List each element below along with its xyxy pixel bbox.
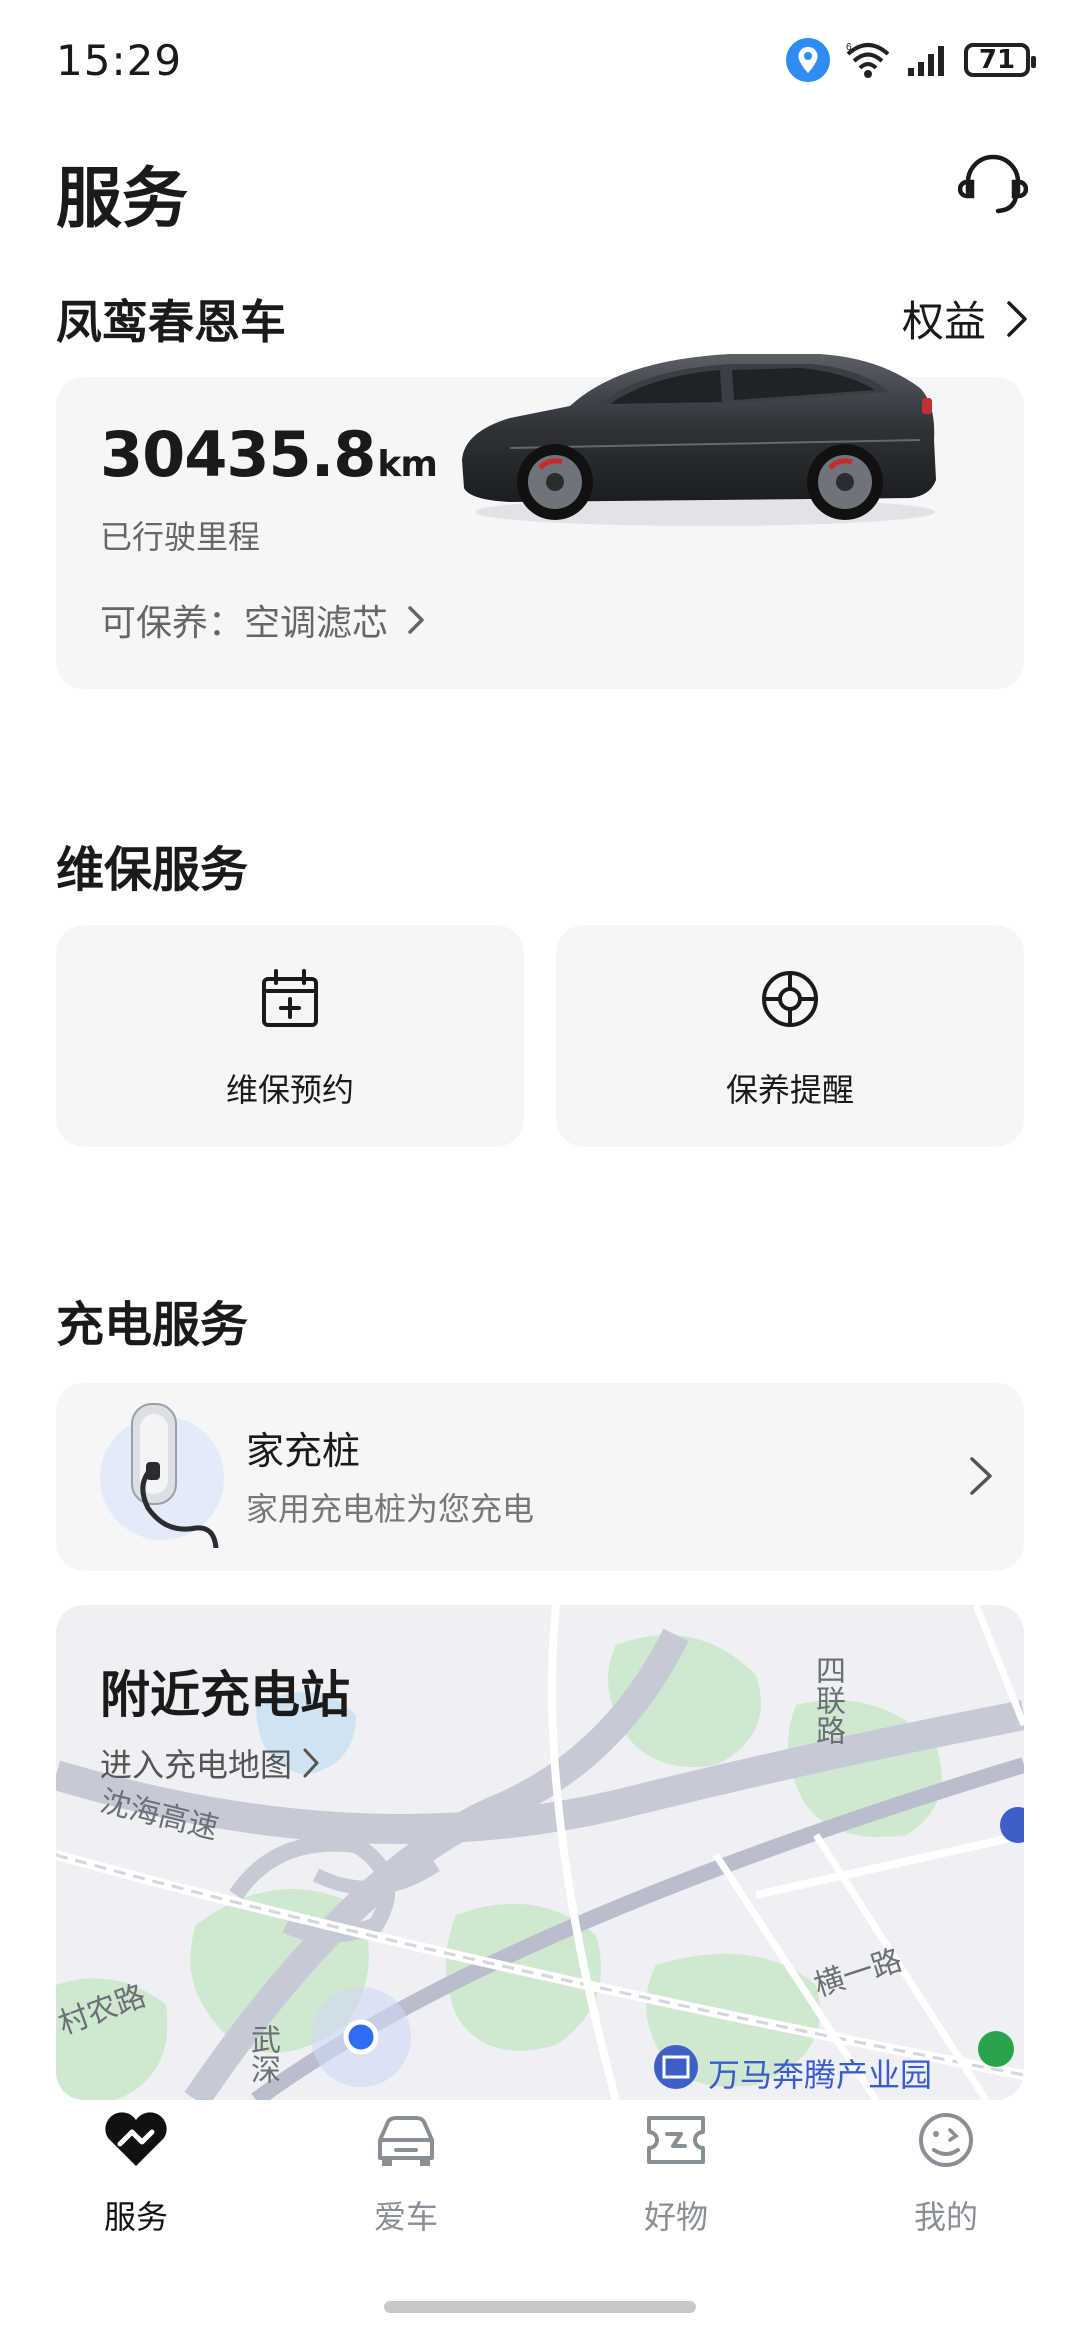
calendar-plus-icon <box>262 969 318 1027</box>
wifi-icon: 6 <box>846 42 890 78</box>
chevron-right-icon <box>408 606 424 634</box>
map-road-label: 武深 <box>245 2024 280 2084</box>
chevron-right-icon <box>303 1748 319 1778</box>
maintenance-section-title: 维保服务 <box>56 842 249 898</box>
mileage-value: 30435.8km <box>100 418 438 491</box>
maintenance-text: 可保养：空调滤芯 <box>100 603 389 644</box>
tab-goods[interactable]: 好物 <box>576 2110 776 2238</box>
maintenance-reminder-label: 保养提醒 <box>725 1071 854 1109</box>
charging-section-title: 充电服务 <box>56 1297 249 1353</box>
status-time: 15:29 <box>56 36 183 85</box>
page-title: 服务 <box>56 160 188 237</box>
home-charger-title: 家充桩 <box>246 1429 361 1473</box>
tab-service[interactable]: 服务 <box>36 2110 236 2238</box>
maintenance-reminder-button[interactable]: 保养提醒 <box>556 925 1024 1147</box>
maintenance-appointment-label: 维保预约 <box>225 1071 354 1109</box>
svg-text:6: 6 <box>846 42 852 53</box>
map-road-label: 四联路 <box>810 1655 845 1745</box>
battery-icon: 71 <box>964 43 1036 77</box>
tab-car[interactable]: 爱车 <box>306 2110 506 2238</box>
charging-map-link-label: 进入充电地图 <box>100 1746 293 1784</box>
mileage-unit: km <box>377 444 437 485</box>
status-icons: 6 71 <box>786 38 1036 82</box>
home-charger-icon <box>100 1403 224 1548</box>
map-poi-label: 万马奔腾产业园 <box>708 2056 933 2094</box>
tab-goods-label: 好物 <box>643 2198 708 2236</box>
car-name: 凤鸾春恩车 <box>56 295 286 349</box>
maintenance-link[interactable]: 可保养：空调滤芯 <box>100 594 430 646</box>
home-indicator[interactable] <box>384 2301 696 2313</box>
location-icon <box>786 38 830 82</box>
steering-wheel-icon <box>762 971 818 1027</box>
chevron-right-icon <box>1007 300 1027 337</box>
ticket-icon <box>647 2116 705 2164</box>
nearby-stations-title: 附近充电站 <box>100 1666 350 1724</box>
car-icon <box>378 2116 434 2166</box>
tab-mine[interactable]: 我的 <box>846 2110 1046 2238</box>
tab-mine-label: 我的 <box>913 2198 978 2236</box>
mileage-label: 已行驶里程 <box>100 518 261 556</box>
signal-icon <box>908 46 944 76</box>
chevron-right-icon <box>970 1457 992 1495</box>
tab-car-label: 爱车 <box>373 2198 438 2236</box>
heart-service-icon <box>105 2112 167 2166</box>
home-charger-subtitle: 家用充电桩为您充电 <box>246 1490 535 1528</box>
headset-icon[interactable] <box>958 150 1028 220</box>
charging-map-link[interactable]: 进入充电地图 <box>100 1740 320 1786</box>
maintenance-appointment-button[interactable]: 维保预约 <box>56 925 524 1147</box>
face-icon <box>919 2113 973 2167</box>
tab-service-label: 服务 <box>103 2198 168 2236</box>
car-image <box>462 354 936 526</box>
